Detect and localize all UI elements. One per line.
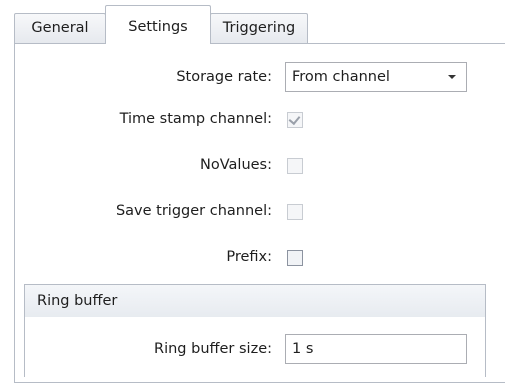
- ring-buffer-size-value: 1 s: [292, 341, 314, 357]
- tab-triggering-label: Triggering: [222, 20, 296, 36]
- tab-general-label: General: [31, 20, 89, 36]
- ring-buffer-size-input[interactable]: 1 s: [285, 334, 467, 364]
- ring-buffer-size-label: Ring buffer size:: [154, 341, 272, 357]
- time-stamp-channel-checkbox[interactable]: [287, 112, 303, 128]
- prefix-checkbox[interactable]: [287, 250, 303, 266]
- storage-rate-label: Storage rate:: [176, 69, 272, 85]
- prefix-label: Prefix:: [226, 249, 272, 265]
- save-trigger-channel-checkbox[interactable]: [287, 204, 303, 220]
- time-stamp-channel-label: Time stamp channel:: [119, 111, 272, 127]
- tab-settings-label: Settings: [128, 19, 188, 35]
- ring-buffer-title: Ring buffer: [37, 293, 118, 309]
- chevron-down-icon: [448, 75, 456, 79]
- checkmark-icon: [288, 112, 301, 126]
- tab-settings[interactable]: Settings: [105, 5, 211, 44]
- save-trigger-channel-label: Save trigger channel:: [115, 203, 272, 219]
- tab-triggering[interactable]: Triggering: [210, 13, 308, 43]
- novalues-checkbox[interactable]: [287, 158, 303, 174]
- ring-buffer-group-header: Ring buffer: [24, 284, 486, 318]
- storage-rate-select[interactable]: From channel: [285, 62, 467, 92]
- novalues-label: NoValues:: [200, 157, 272, 173]
- storage-rate-value: From channel: [292, 69, 390, 85]
- tab-general[interactable]: General: [14, 13, 106, 43]
